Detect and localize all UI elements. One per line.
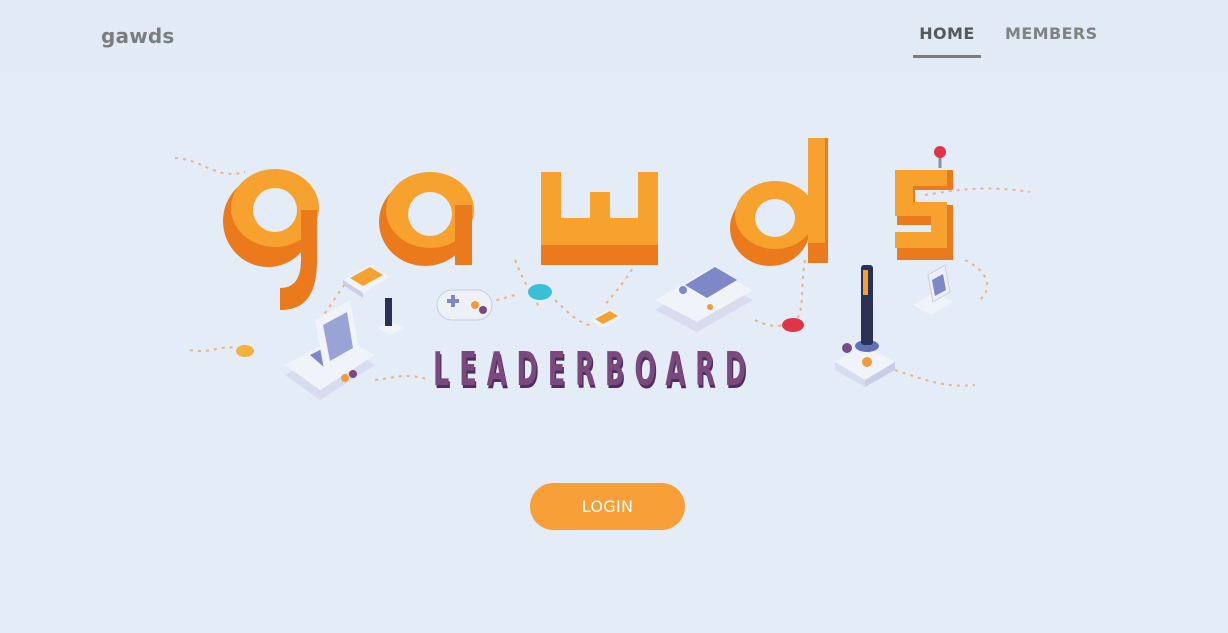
laptop-icon — [913, 264, 953, 315]
handheld-console-icon — [285, 300, 375, 400]
letter-w-icon — [541, 172, 658, 265]
game-cartridge-icon — [343, 265, 390, 298]
letter-s-icon — [895, 146, 953, 260]
letter-a-icon — [379, 172, 474, 266]
red-bead-icon — [782, 318, 804, 332]
cyan-bead-icon — [528, 284, 552, 300]
top-navbar: gawds HOME MEMBERS — [0, 0, 1228, 72]
gameboy-icon — [655, 267, 753, 332]
nav-members[interactable]: MEMBERS — [1005, 24, 1098, 43]
nav-home[interactable]: HOME — [913, 24, 981, 43]
active-tab-indicator — [913, 55, 981, 58]
leaderboard-subtitle: LEADERBOARD — [433, 342, 756, 396]
arcade-joystick-icon — [835, 265, 895, 387]
mini-joystick-icon — [377, 298, 403, 335]
login-button[interactable]: LOGIN — [530, 483, 685, 530]
letter-g-icon — [223, 169, 319, 310]
orange-bead-icon — [236, 345, 254, 357]
hero-illustration: LEADERBOARD — [85, 110, 1145, 440]
letter-d-icon — [730, 138, 828, 266]
brand-logo-link[interactable]: gawds — [101, 24, 175, 48]
small-cartridge-icon — [590, 309, 623, 328]
gamepad-icon — [436, 289, 493, 321]
